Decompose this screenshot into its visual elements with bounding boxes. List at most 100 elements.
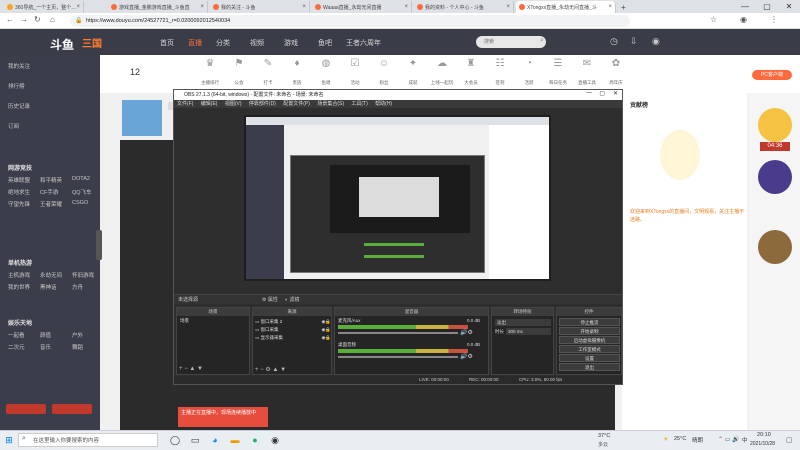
sidebar-item[interactable]: 颜值 (40, 331, 51, 339)
history-icon[interactable]: ◷ (610, 36, 618, 47)
play-together-icon[interactable]: ☁ (432, 58, 452, 76)
down-icon[interactable]: ▼ (197, 366, 203, 372)
checkin-icon[interactable]: ✎ (258, 58, 278, 76)
close-icon[interactable]: × (404, 4, 408, 10)
sidebar-item[interactable]: 守望先锋 (8, 200, 30, 208)
close-icon[interactable]: × (200, 4, 204, 10)
pond-icon[interactable]: ◍ (316, 58, 336, 76)
sidebar-item-follow[interactable]: 我的关注 (8, 62, 30, 70)
search-icon[interactable]: ⌕ (540, 37, 544, 45)
tools-icon[interactable]: ✉ (577, 58, 597, 76)
browser-tab-active[interactable]: XTongxx直播_永劫无间直播_斗 × (516, 1, 616, 13)
nav-event[interactable]: 王者六周年 (346, 38, 381, 48)
guild-icon[interactable]: ⚑ (229, 58, 249, 76)
weather-temp[interactable]: 37°C (598, 433, 610, 439)
speaker-icon[interactable]: 🔊⚙ (460, 353, 473, 360)
sidebar-item[interactable]: 绝地求生 (8, 188, 30, 196)
browser-tab[interactable]: 游戏直播_金鹏游戏直播_斗鱼直 × (108, 1, 208, 13)
scene-item[interactable]: 场景 (178, 318, 248, 325)
nav-game[interactable]: 游戏 (284, 38, 298, 48)
sidebar-item[interactable]: DOTA2 (72, 176, 90, 182)
taskview-icon[interactable]: ▭ (188, 433, 202, 447)
obs-menu-dock[interactable]: 停靠部件(D) (249, 101, 276, 107)
nav-live[interactable]: 直播 (188, 38, 202, 48)
sidebar-item[interactable]: 永劫无间 (40, 271, 62, 279)
add-icon[interactable]: + (179, 366, 183, 372)
browser-tab[interactable]: 我的关注 - 斗鱼 × (210, 1, 310, 13)
close-icon[interactable]: × (76, 4, 80, 10)
visibility-icon[interactable]: ◉🔒 (321, 319, 331, 325)
sidebar-item-subscribe[interactable]: 订阅 (8, 122, 19, 130)
home-icon[interactable]: ⌂ (50, 15, 55, 24)
streamer-avatar[interactable] (122, 100, 162, 136)
sidebar-item[interactable]: QQ飞车 (72, 188, 92, 196)
sidebar-item[interactable]: 音乐 (40, 343, 51, 351)
sidebar-item[interactable]: 怀旧游戏 (72, 271, 94, 279)
task-view-icon[interactable]: ◯ (168, 433, 182, 447)
pc-client-button[interactable]: PC客户端 (752, 70, 792, 80)
event-badge[interactable] (758, 230, 792, 264)
event-logo[interactable]: 三国 (82, 35, 102, 50)
start-icon[interactable]: ⊞ (2, 433, 16, 447)
obs-menu-file[interactable]: 文件(F) (177, 101, 193, 107)
browser-tab[interactable]: Waaaa直播_永劫无间直播 × (312, 1, 412, 13)
close-icon[interactable]: × (302, 4, 306, 10)
vip-icon[interactable]: ♜ (461, 58, 481, 76)
source-item[interactable]: ▭ 显示器采集 ◉🔒 (255, 335, 331, 341)
close-window-button[interactable]: ✕ (778, 0, 800, 13)
visibility-icon[interactable]: ◉🔒 (321, 335, 331, 341)
nav-home[interactable]: 首页 (160, 38, 174, 48)
sidebar-item[interactable]: 主机游戏 (8, 271, 30, 279)
obs-minimize-button[interactable]: — (586, 90, 592, 96)
event-badge[interactable] (758, 108, 792, 142)
remove-icon[interactable]: − (184, 366, 188, 372)
source-item[interactable]: ▭ 窗口采集 2 ◉🔒 (255, 319, 331, 325)
stop-streaming-button[interactable]: 停止推流 (559, 318, 620, 326)
url-input[interactable]: 🔒 https://www.douyu.com/24527721_r=0.020… (70, 15, 630, 27)
sidebar-item[interactable]: 户外 (72, 331, 83, 339)
obs-menu-scene-collection[interactable]: 场景集合(S) (317, 101, 344, 107)
back-icon[interactable]: ← (6, 15, 14, 24)
sidebar-item[interactable]: 方舟 (72, 283, 83, 291)
tray-icons[interactable]: ⌃ ▭ 🔊 (718, 436, 740, 443)
nav-category[interactable]: 分类 (216, 38, 230, 48)
visibility-icon[interactable]: ◉🔒 (321, 327, 331, 333)
sidebar-item-history[interactable]: 历史记录 (8, 102, 30, 110)
up-icon[interactable]: ▲ (272, 367, 278, 373)
nav-video[interactable]: 视频 (250, 38, 264, 48)
new-tab-button[interactable]: + (618, 1, 632, 13)
wechat-icon[interactable]: ● (248, 433, 262, 447)
filters-button[interactable]: ◐ 滤镜 (285, 296, 299, 303)
download-icon[interactable]: ⇩ (630, 36, 638, 47)
forward-icon[interactable]: → (20, 15, 28, 24)
edge-icon[interactable]: ◕ (208, 433, 222, 447)
site-search-input[interactable]: 搜索 (476, 36, 546, 48)
virtual-camera-button[interactable]: 启动虚拟摄像机 (559, 336, 620, 344)
settings-button[interactable]: 设置 (559, 354, 620, 362)
sidebar-item[interactable]: 一起看 (8, 331, 25, 339)
sidebar-item[interactable]: 黑神话 (40, 283, 57, 291)
maximize-button[interactable]: ▢ (756, 0, 778, 13)
sidebar-item[interactable]: 王者荣耀 (40, 200, 62, 208)
achievement-icon[interactable]: ✦ (403, 58, 423, 76)
profile-icon[interactable]: ◉ (740, 15, 747, 24)
close-icon[interactable]: × (608, 4, 612, 10)
sidebar-item[interactable]: 英雄联盟 (8, 176, 30, 184)
input-language[interactable]: 中 (742, 436, 748, 444)
extensions-icon[interactable]: ☆ (710, 15, 717, 24)
studio-mode-button[interactable]: 工作室模式 (559, 345, 620, 353)
task-icon[interactable]: ☰ (548, 58, 568, 76)
minimize-button[interactable]: — (734, 0, 756, 13)
obs-menu-view[interactable]: 视图(V) (225, 101, 242, 107)
up-icon[interactable]: ▲ (189, 366, 195, 372)
start-recording-button[interactable]: 开始录制 (559, 327, 620, 335)
browser-tab[interactable]: 360导航_一个主页，整个世界 × (4, 1, 84, 13)
duration-input[interactable]: 300 ms (506, 328, 551, 335)
clock-date[interactable]: 2021/10/28 (750, 441, 775, 447)
obs-taskbar-icon[interactable]: ◉ (268, 433, 282, 447)
obs-menu-tools[interactable]: 工具(T) (351, 101, 367, 107)
fans-icon[interactable]: ☺ (374, 58, 394, 76)
sidebar-item[interactable]: 我的世界 (8, 283, 30, 291)
refresh-icon[interactable]: ↻ (34, 15, 41, 24)
sidebar-action-button[interactable] (52, 404, 92, 414)
